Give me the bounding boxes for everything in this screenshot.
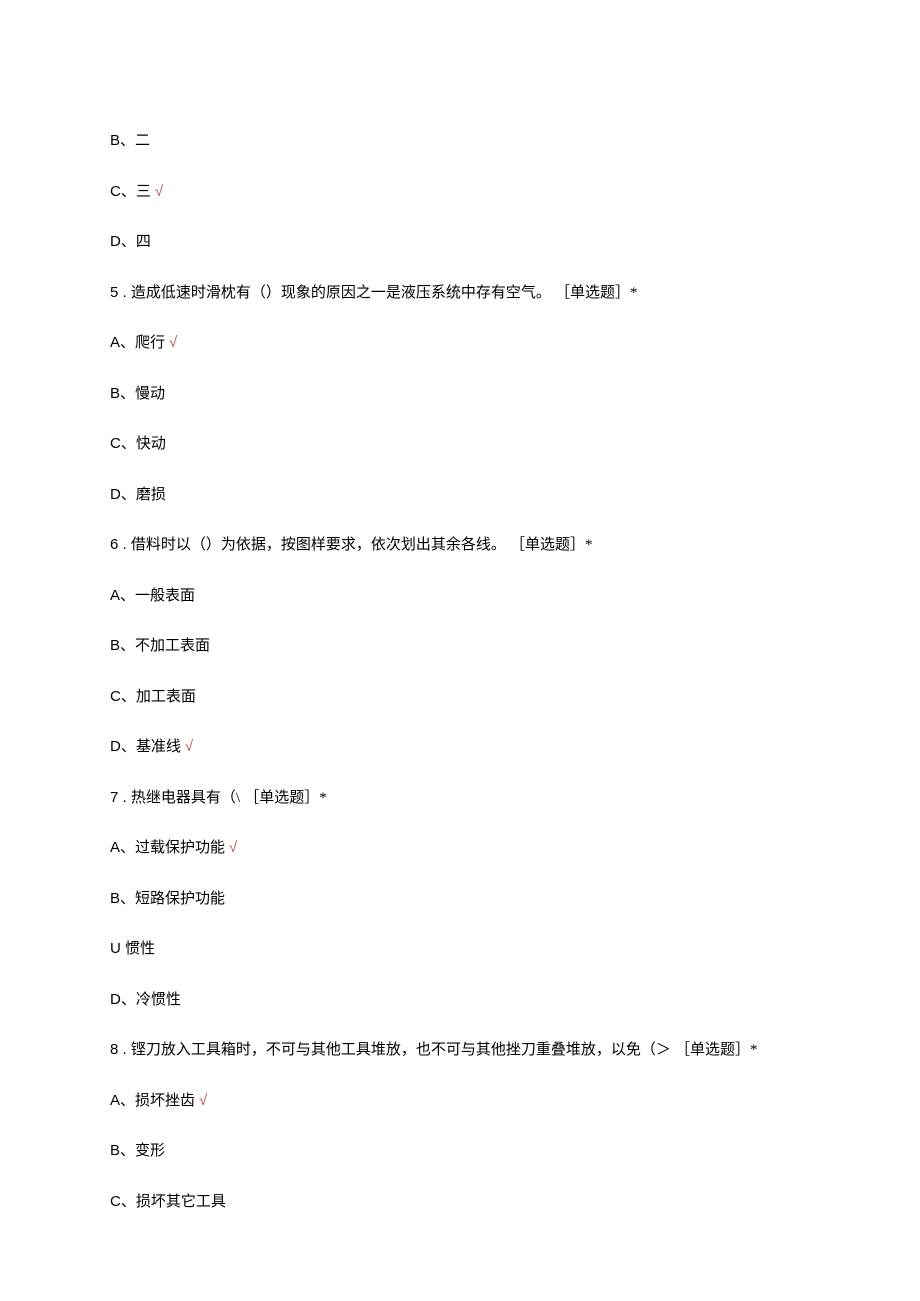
check-icon: √ — [199, 1092, 207, 1109]
option-label: D、 — [110, 486, 136, 503]
question-sep: . — [123, 536, 127, 553]
option-label: D、 — [110, 738, 136, 755]
option-text: 损坏其它工具 — [136, 1193, 226, 1210]
question-tag: ［单选题］* — [510, 537, 593, 553]
option-text: 快动 — [136, 435, 166, 452]
check-icon: √ — [229, 839, 237, 856]
option-label: C、 — [110, 688, 136, 705]
option-label: U — [110, 940, 125, 957]
option-row: U 惯性 — [110, 938, 810, 961]
option-row: D、四 — [110, 231, 810, 254]
option-row: B、慢动 — [110, 383, 810, 406]
check-icon: √ — [185, 738, 193, 755]
question-text: 铿刀放入工具箱时，不可与其他工具堆放，也不可与其他挫刀重叠堆放，以免（＞ — [131, 1042, 671, 1058]
option-label: A、 — [110, 334, 135, 351]
option-row: D、基准线√ — [110, 736, 810, 759]
question-sep: . — [123, 1041, 127, 1058]
option-row: C、损坏其它工具 — [110, 1191, 810, 1214]
option-row: B、二 — [110, 130, 810, 153]
option-label: B、 — [110, 132, 135, 149]
option-label: A、 — [110, 587, 135, 604]
option-label: A、 — [110, 839, 135, 856]
question-tag: ［单选题］* — [555, 285, 638, 301]
option-label: B、 — [110, 890, 135, 907]
option-text: 短路保护功能 — [135, 890, 225, 907]
option-row: A、一般表面 — [110, 585, 810, 608]
option-text: 变形 — [135, 1142, 165, 1159]
option-text: 磨损 — [136, 486, 166, 503]
question-number: 7 — [110, 789, 118, 806]
option-row: A、爬行√ — [110, 332, 810, 355]
question-stem: 8 . 铿刀放入工具箱时，不可与其他工具堆放，也不可与其他挫刀重叠堆放，以免（＞… — [110, 1039, 810, 1062]
option-text: 冷惯性 — [136, 991, 181, 1008]
check-icon: √ — [169, 334, 177, 351]
option-text: 爬行 — [135, 334, 165, 351]
option-text: 过载保护功能 — [135, 839, 225, 856]
option-text: 加工表面 — [136, 688, 196, 705]
option-text: 一般表面 — [135, 587, 195, 604]
option-text: 慢动 — [135, 385, 165, 402]
question-number: 5 — [110, 284, 118, 301]
option-label: B、 — [110, 1142, 135, 1159]
option-label: A、 — [110, 1092, 135, 1109]
option-text: 二 — [135, 132, 150, 149]
question-sep: . — [123, 284, 127, 301]
option-label: B、 — [110, 385, 135, 402]
question-stem: 5 . 造成低速时滑枕有（）现象的原因之一是液压系统中存有空气。 ［单选题］* — [110, 282, 810, 305]
question-sep: . — [123, 789, 127, 806]
option-label: B、 — [110, 637, 135, 654]
question-stem: 7 . 热继电器具有（\ ［单选题］* — [110, 787, 810, 810]
option-row: A、过载保护功能√ — [110, 837, 810, 860]
question-tag: ［单选题］* — [675, 1042, 758, 1058]
option-label: C、 — [110, 183, 136, 200]
option-text: 损坏挫齿 — [135, 1092, 195, 1109]
option-label: C、 — [110, 435, 136, 452]
question-text: 热继电器具有（\ — [131, 790, 240, 806]
question-text: 造成低速时滑枕有（）现象的原因之一是液压系统中存有空气。 — [131, 285, 551, 301]
check-icon: √ — [155, 183, 163, 200]
question-tag: ［单选题］* — [244, 790, 327, 806]
option-text: 三 — [136, 183, 151, 200]
option-row: B、不加工表面 — [110, 635, 810, 658]
option-row: B、短路保护功能 — [110, 888, 810, 911]
option-row: D、磨损 — [110, 484, 810, 507]
option-row: A、损坏挫齿√ — [110, 1090, 810, 1113]
option-label: C、 — [110, 1193, 136, 1210]
question-text: 借料时以（）为依据，按图样要求，依次划出其余各线。 — [131, 537, 506, 553]
option-row: B、变形 — [110, 1140, 810, 1163]
question-stem: 6 . 借料时以（）为依据，按图样要求，依次划出其余各线。 ［单选题］* — [110, 534, 810, 557]
question-number: 8 — [110, 1041, 118, 1058]
question-number: 6 — [110, 536, 118, 553]
option-label: D、 — [110, 991, 136, 1008]
option-row: C、快动 — [110, 433, 810, 456]
option-row: C、加工表面 — [110, 686, 810, 709]
option-row: D、冷惯性 — [110, 989, 810, 1012]
option-label: D、 — [110, 233, 136, 250]
option-text: 基准线 — [136, 738, 181, 755]
option-text: 惯性 — [125, 940, 155, 957]
option-text: 四 — [136, 233, 151, 250]
option-text: 不加工表面 — [135, 637, 210, 654]
option-row: C、三√ — [110, 181, 810, 204]
